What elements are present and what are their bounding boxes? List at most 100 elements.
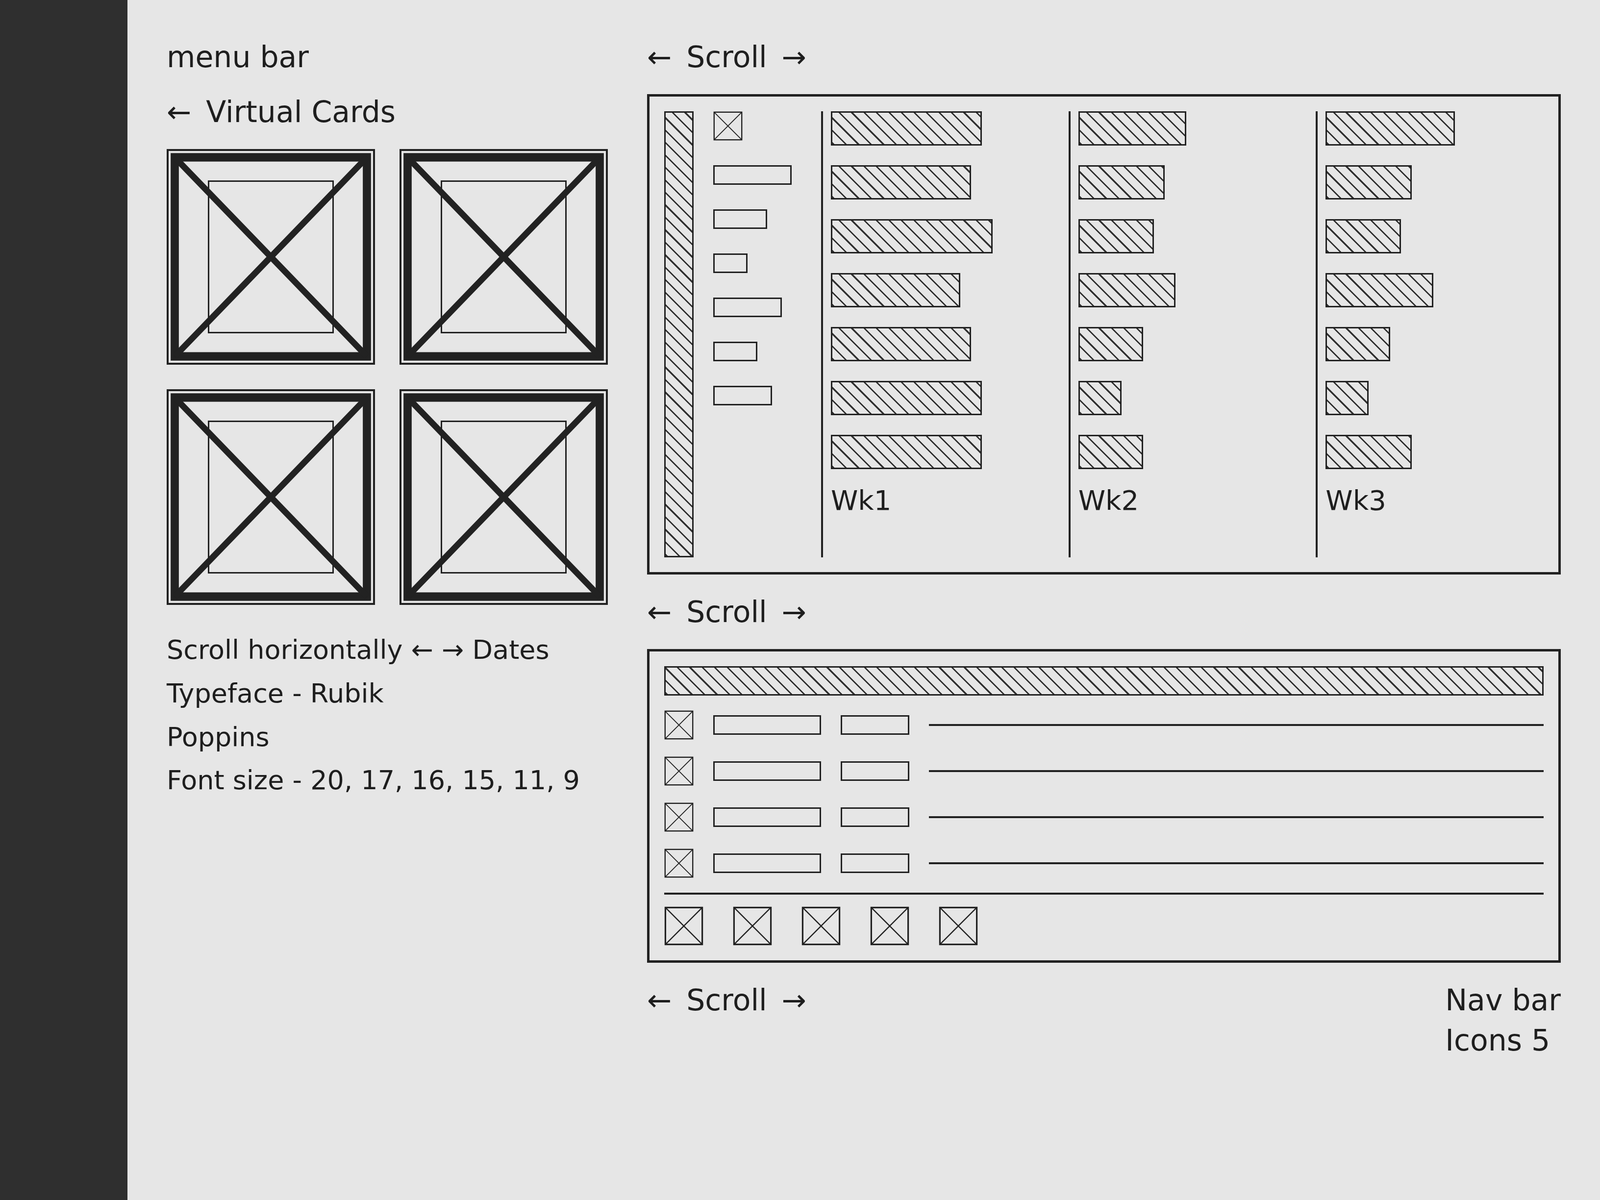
nav-item[interactable] [938,906,978,946]
design-notes: Scroll horizontally ← → DatesTypeface - … [166,634,608,797]
placeholder-image-icon [713,111,743,141]
placeholder-image-icon [870,906,910,946]
list-row[interactable] [664,848,1544,878]
card-inner-frame [440,180,567,334]
bar [830,326,972,362]
placeholder-image-icon [801,906,841,946]
header-bar [664,666,1544,696]
bar-list [1078,111,1297,470]
menu-bar[interactable] [664,111,694,558]
note: Font size - 20, 17, 16, 15, 11, 9 [166,764,608,797]
placeholder-image-icon [168,391,374,603]
bar [830,165,972,200]
bar-list [830,111,1050,470]
bar [1078,380,1122,416]
week-label: Wk1 [830,483,1050,517]
placeholder-image-icon [732,906,773,946]
chart-scroll-label: ←Scroll→ [647,594,1561,630]
divider-line [928,816,1544,819]
virtual-card[interactable] [166,389,375,605]
divider-line [928,724,1544,726]
text-placeholder [713,297,782,318]
bar [830,380,982,416]
text-placeholder [713,341,758,362]
bar [1078,111,1187,146]
left-arrow: ← [166,94,192,130]
chart-screen: Wk1 Wk2 Wk3 [647,94,1561,575]
week-group: Wk2 [1068,111,1297,558]
week-group: Wk3 [1315,111,1544,558]
nav-bar [664,892,1544,946]
bar [1325,273,1434,308]
virtual-cards-heading: ← Virtual Cards [166,94,608,130]
desk: menu bar ← Virtual Cards Scroll horizont… [0,0,1600,1200]
placeholder-image-icon [168,150,374,363]
nav-item[interactable] [801,906,841,946]
virtual-card[interactable] [166,149,375,365]
placeholder-image-icon [664,756,694,786]
bar [1078,165,1165,200]
bar [1078,434,1144,470]
screens-column: ←Scroll→ Wk1 Wk2 Wk3 ←Scroll→ ←Scroll→ N… [647,39,1561,1161]
bar [1078,219,1154,254]
week-group: Wk1 [821,111,1050,558]
text-placeholder [713,385,773,406]
sketch-paper: menu bar ← Virtual Cards Scroll horizont… [127,0,1600,1200]
cards-column: menu bar ← Virtual Cards Scroll horizont… [166,39,608,1161]
list-notes: ←Scroll→ Nav bar Icons 5 [647,982,1561,1058]
text-placeholder [713,853,822,874]
placeholder-image-icon [401,150,606,363]
list-row[interactable] [664,710,1544,740]
list [664,710,1544,878]
text-placeholder [713,253,748,274]
card-inner-frame [440,420,567,574]
bar [1325,165,1412,200]
text-placeholder [840,853,910,874]
nav-item[interactable] [732,906,773,946]
bar [1325,434,1412,470]
placeholder-image-icon [664,802,694,832]
virtual-card[interactable] [399,149,608,365]
bar [1325,380,1369,416]
bar [1325,326,1391,362]
text-placeholder [713,209,768,229]
text-placeholder [713,761,822,781]
text-placeholder [840,807,910,827]
list-row[interactable] [664,756,1544,786]
text-placeholder [713,165,792,185]
list-screen [647,649,1561,963]
bar [830,434,982,470]
bar-list [1325,111,1544,470]
nav-icons-label: Icons 5 [1445,1022,1561,1058]
nav-item[interactable] [870,906,910,946]
note: Poppins [166,721,608,754]
placeholder-image-icon [401,391,606,603]
divider-line [928,862,1544,865]
nav-bar-note: Nav bar Icons 5 [1445,982,1561,1058]
bar [1078,273,1176,308]
bar [830,273,961,308]
nav-item[interactable] [664,906,704,946]
list-row[interactable] [664,802,1544,832]
week-label: Wk2 [1078,483,1297,517]
placeholder-image-icon [938,906,978,946]
placeholder-column [713,111,802,558]
text-placeholder [840,761,910,781]
list-scroll-label: ←Scroll→ [647,982,807,1018]
placeholder-image-icon [664,848,694,878]
bar [830,219,993,254]
placeholder-image-icon [664,906,704,946]
virtual-card[interactable] [399,389,608,605]
note: Typeface - Rubik [166,677,608,710]
card-inner-frame [207,420,334,574]
virtual-cards [166,149,608,605]
text-placeholder [713,807,822,827]
week-charts: Wk1 Wk2 Wk3 [821,111,1544,558]
week-label: Wk3 [1325,483,1544,517]
nav-bar-label: Nav bar [1445,982,1561,1018]
text-placeholder [840,715,910,735]
virtual-cards-label: Virtual Cards [205,94,396,130]
bar [1325,219,1401,254]
placeholder-image-icon [664,710,694,740]
bar [830,111,982,146]
